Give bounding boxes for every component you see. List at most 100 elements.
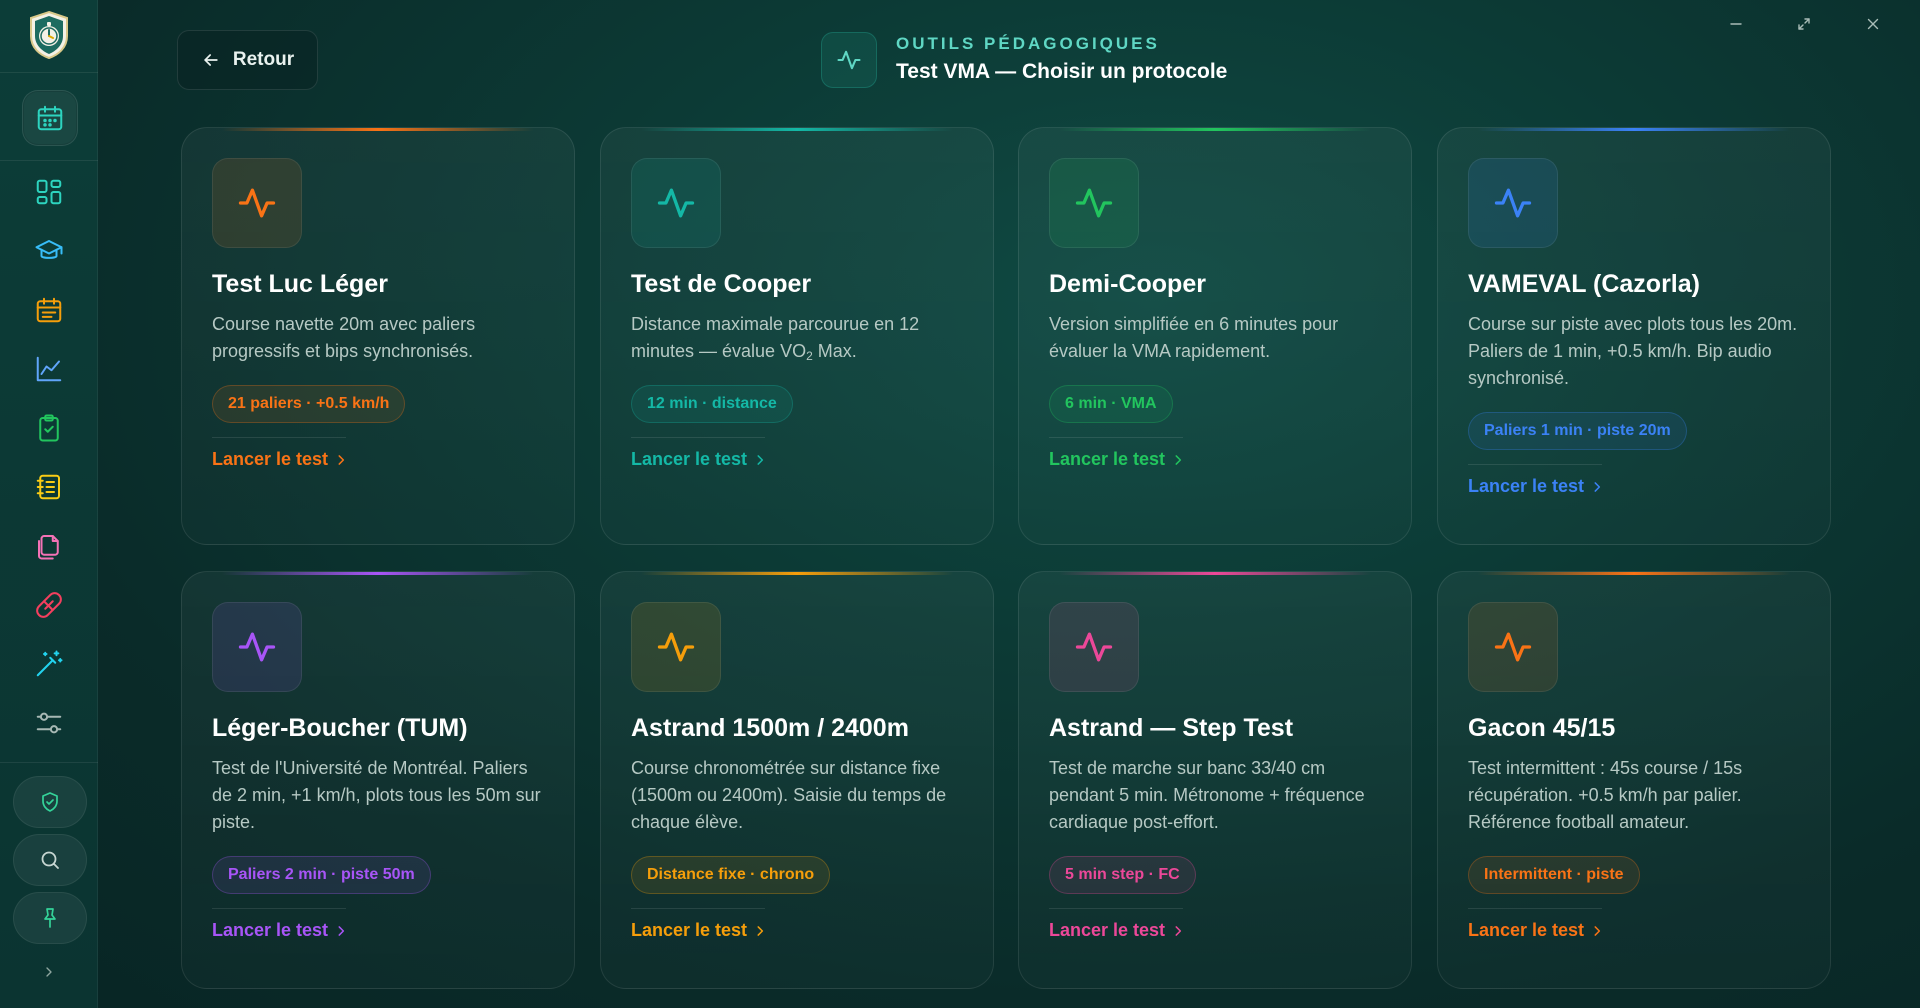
card-accent-bar xyxy=(1059,572,1371,575)
protocol-card[interactable]: Demi-Cooper Version simplifiée en 6 minut… xyxy=(1018,127,1412,545)
sidebar-item-planning[interactable] xyxy=(22,283,76,337)
sidebar-item-courses[interactable] xyxy=(22,224,76,278)
activity-icon xyxy=(238,632,276,662)
protocol-card[interactable]: Léger-Boucher (TUM) Test de l'Université … xyxy=(181,571,575,989)
card-tag-badge: Paliers 1 min · piste 20m xyxy=(1468,412,1687,450)
card-title: Gacon 45/15 xyxy=(1468,714,1616,742)
launch-test-link[interactable]: Lancer le test xyxy=(631,449,767,470)
copy-files-icon xyxy=(38,535,59,560)
card-tag-badge: Paliers 2 min · piste 50m xyxy=(212,856,431,894)
launch-test-link[interactable]: Lancer le test xyxy=(1049,920,1185,941)
protocol-card[interactable]: Gacon 45/15 Test intermittent : 45s cours… xyxy=(1437,571,1831,989)
card-title: Test de Cooper xyxy=(631,270,812,298)
card-title: Astrand 1500m / 2400m xyxy=(631,714,909,742)
protocol-card[interactable]: Test de Cooper Distance maximale parcouru… xyxy=(600,127,994,545)
card-icon-box xyxy=(1049,158,1139,248)
activity-icon xyxy=(1075,188,1113,218)
protocol-card[interactable]: Astrand 1500m / 2400m Course chronométrée… xyxy=(600,571,994,989)
card-title: Léger-Boucher (TUM) xyxy=(212,714,468,742)
launch-test-link[interactable]: Lancer le test xyxy=(212,920,348,941)
card-accent-bar xyxy=(1059,128,1371,131)
window-minimize-button[interactable] xyxy=(1724,12,1748,36)
graduation-cap-icon xyxy=(35,240,63,259)
sidebar-item-notebook[interactable] xyxy=(22,460,76,514)
sidebar-item-documents[interactable] xyxy=(22,519,76,573)
sidebar-item-evaluations[interactable] xyxy=(22,401,76,455)
chevron-right-icon xyxy=(757,454,764,465)
card-description: Test de l'Université de Montréal. Palier… xyxy=(212,758,541,832)
chevron-right-icon xyxy=(1175,454,1182,465)
card-icon-box xyxy=(1049,602,1139,692)
card-title: Astrand — Step Test xyxy=(1049,714,1294,742)
activity-icon xyxy=(657,188,695,218)
activity-icon xyxy=(238,188,276,218)
page-title: Test VMA — Choisir un protocole xyxy=(896,60,1228,83)
card-icon-box xyxy=(212,602,302,692)
card-description: Distance maximale parcourue en 12 minute… xyxy=(631,311,967,365)
bandage-icon xyxy=(36,592,62,618)
sidebar-item-calendar[interactable] xyxy=(22,90,78,146)
launch-test-link[interactable]: Lancer le test xyxy=(1468,476,1604,497)
header-activity-icon-box xyxy=(821,32,877,88)
protocol-card[interactable]: VAMEVAL (Cazorla) Course sur piste avec p… xyxy=(1437,127,1831,545)
card-description: Course sur piste avec plots tous les 20m… xyxy=(1468,314,1798,388)
card-tag-badge: Distance fixe · chrono xyxy=(631,856,831,894)
card-description: Course navette 20m avec paliers progress… xyxy=(212,314,476,361)
arrow-left-icon xyxy=(204,54,218,66)
chevron-right-icon xyxy=(338,925,345,936)
sidebar-item-tools[interactable] xyxy=(22,637,76,691)
header-eyebrow: OUTILS PÉDAGOGIQUES xyxy=(896,34,1160,53)
card-tag-badge: 21 paliers · +0.5 km/h xyxy=(212,385,406,423)
launch-test-link[interactable]: Lancer le test xyxy=(631,920,767,941)
dashboard-icon xyxy=(36,179,62,205)
card-accent-bar xyxy=(222,572,534,575)
chevron-right-icon xyxy=(1175,925,1182,936)
card-tag-badge: Intermittent · piste xyxy=(1468,856,1640,894)
protocol-card[interactable]: Test Luc Léger Course navette 20m avec pa… xyxy=(181,127,575,545)
card-accent-bar xyxy=(641,572,953,575)
card-tag-badge: 6 min · VMA xyxy=(1049,385,1173,423)
chevron-right-icon xyxy=(757,925,764,936)
chevron-right-icon xyxy=(46,967,52,977)
launch-test-label: Lancer le test xyxy=(1468,476,1585,496)
card-accent-bar xyxy=(222,128,534,131)
launch-test-link[interactable]: Lancer le test xyxy=(1468,920,1604,941)
launch-test-link[interactable]: Lancer le test xyxy=(212,449,348,470)
chevron-right-icon xyxy=(338,454,345,465)
minimize-icon xyxy=(1730,23,1742,25)
sidebar-security-button[interactable] xyxy=(13,776,87,828)
launch-test-link[interactable]: Lancer le test xyxy=(1049,449,1185,470)
back-button[interactable]: Retour xyxy=(177,30,318,90)
launch-test-label: Lancer le test xyxy=(1468,920,1585,940)
card-accent-bar xyxy=(1478,572,1790,575)
calendar-icon xyxy=(37,105,63,131)
sidebar-item-stats[interactable] xyxy=(22,342,76,396)
card-divider xyxy=(1468,464,1602,465)
sidebar-item-health[interactable] xyxy=(22,578,76,632)
card-icon-box xyxy=(212,158,302,248)
card-title: Test Luc Léger xyxy=(212,270,388,298)
clipboard-check-icon xyxy=(39,414,59,442)
window-close-button[interactable] xyxy=(1861,12,1885,36)
card-title: Demi-Cooper xyxy=(1049,270,1206,298)
sidebar-item-dashboard[interactable] xyxy=(22,165,76,219)
sidebar-search-button[interactable] xyxy=(13,834,87,886)
window-maximize-button[interactable] xyxy=(1792,12,1816,36)
calendar-list-icon xyxy=(36,297,62,323)
card-title: VAMEVAL (Cazorla) xyxy=(1468,270,1700,298)
chevron-right-icon xyxy=(1594,481,1601,492)
stopwatch-shield-logo[interactable] xyxy=(27,10,71,60)
sidebar-item-settings[interactable] xyxy=(22,696,76,750)
launch-test-label: Lancer le test xyxy=(1049,920,1166,940)
card-divider xyxy=(212,908,346,909)
activity-icon xyxy=(837,50,861,70)
close-icon xyxy=(1867,18,1879,30)
notebook-icon xyxy=(36,474,60,500)
sidebar-expand-button[interactable] xyxy=(38,960,60,984)
sidebar-pin-button[interactable] xyxy=(13,892,87,944)
card-icon-box xyxy=(631,602,721,692)
protocol-card[interactable]: Astrand — Step Test Test de marche sur ba… xyxy=(1018,571,1412,989)
line-chart-icon xyxy=(36,356,62,382)
activity-icon xyxy=(1075,632,1113,662)
card-icon-box xyxy=(631,158,721,248)
